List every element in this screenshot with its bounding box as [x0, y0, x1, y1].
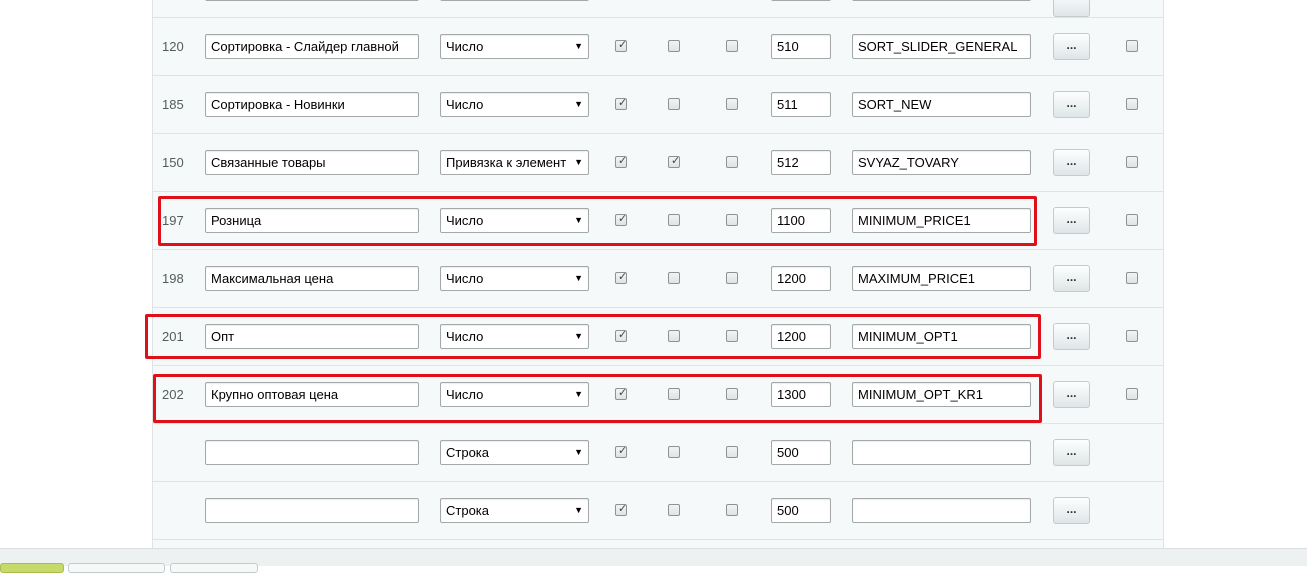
property-sort-input[interactable]: 512: [771, 150, 831, 175]
property-type-select[interactable]: Строка ▼: [440, 440, 589, 465]
property-sort-input[interactable]: [771, 0, 831, 1]
table-row: 150 Связанные товары Привязка к элемент ▼ ✓ ✓…: [153, 134, 1163, 192]
more-button[interactable]: ...: [1053, 323, 1090, 350]
check-icon: ✓: [618, 503, 628, 515]
highlight-box-row-201: [145, 314, 1041, 359]
property-code-input[interactable]: MAXIMUM_PRICE1: [852, 266, 1031, 291]
chevron-down-icon: ▼: [574, 447, 583, 457]
multiple-checkbox[interactable]: [668, 98, 680, 110]
property-type-select[interactable]: Число ▼: [440, 34, 589, 59]
property-code-input[interactable]: SORT_NEW: [852, 92, 1031, 117]
more-button[interactable]: ...: [1053, 265, 1090, 292]
property-id: 120: [162, 39, 184, 54]
required-checkbox[interactable]: [726, 156, 738, 168]
delete-checkbox[interactable]: [1126, 98, 1138, 110]
table-row: 120 Сортировка - Слайдер главной Число ▼ ✓ 51…: [153, 18, 1163, 76]
required-checkbox[interactable]: [726, 40, 738, 52]
highlight-box-row-202: [153, 374, 1042, 423]
highlight-box-row-197: [158, 196, 1037, 246]
active-checkbox[interactable]: ✓: [615, 503, 628, 516]
property-code-input[interactable]: [852, 440, 1031, 465]
multiple-checkbox[interactable]: [668, 446, 680, 458]
delete-checkbox[interactable]: [1126, 272, 1138, 284]
more-button[interactable]: ...: [1053, 33, 1090, 60]
chevron-down-icon: ▼: [574, 157, 583, 167]
table-row-partial: [153, 0, 1163, 18]
chevron-down-icon: ▼: [574, 505, 583, 515]
property-sort-input[interactable]: 511: [771, 92, 831, 117]
property-code-input[interactable]: [852, 0, 1031, 1]
property-code-input[interactable]: SVYAZ_TOVARY: [852, 150, 1031, 175]
property-name-input[interactable]: [205, 498, 419, 523]
table-row: 185 Сортировка - Новинки Число ▼ ✓ 511 SORT_NE…: [153, 76, 1163, 134]
multiple-checkbox[interactable]: [668, 272, 680, 284]
check-icon: ✓: [618, 271, 628, 283]
check-icon: ✓: [618, 445, 628, 457]
active-checkbox[interactable]: ✓: [615, 155, 628, 168]
property-id: 185: [162, 97, 184, 112]
more-button[interactable]: ...: [1053, 207, 1090, 234]
property-type-select[interactable]: [440, 0, 589, 1]
check-icon: ✓: [618, 39, 628, 51]
properties-table: 120 Сортировка - Слайдер главной Число ▼ ✓ 51…: [152, 0, 1164, 548]
chevron-down-icon: ▼: [574, 273, 583, 283]
multiple-checkbox[interactable]: [668, 504, 680, 516]
table-row: Строка ▼ ✓ 500...: [153, 482, 1163, 540]
more-button[interactable]: [1053, 0, 1090, 17]
property-type-select[interactable]: Число ▼: [440, 92, 589, 117]
delete-checkbox[interactable]: [1126, 388, 1138, 400]
property-type-select[interactable]: Строка ▼: [440, 498, 589, 523]
property-name-input[interactable]: Сортировка - Новинки: [205, 92, 419, 117]
delete-checkbox[interactable]: [1126, 330, 1138, 342]
active-checkbox[interactable]: ✓: [615, 271, 628, 284]
property-sort-input[interactable]: 510: [771, 34, 831, 59]
more-button[interactable]: ...: [1053, 381, 1090, 408]
active-checkbox[interactable]: ✓: [615, 39, 628, 52]
delete-checkbox[interactable]: [1126, 156, 1138, 168]
delete-checkbox[interactable]: [1126, 214, 1138, 226]
property-name-input[interactable]: [205, 0, 419, 1]
property-name-input[interactable]: [205, 440, 419, 465]
chevron-down-icon: ▼: [574, 41, 583, 51]
more-button[interactable]: ...: [1053, 497, 1090, 524]
property-code-input[interactable]: [852, 498, 1031, 523]
required-checkbox[interactable]: [726, 98, 738, 110]
property-sort-input[interactable]: 1200: [771, 266, 831, 291]
required-checkbox[interactable]: [726, 446, 738, 458]
delete-checkbox[interactable]: [1126, 40, 1138, 52]
property-name-input[interactable]: Сортировка - Слайдер главной: [205, 34, 419, 59]
property-sort-input[interactable]: 500: [771, 498, 831, 523]
footer-bar: [0, 548, 1307, 573]
active-checkbox[interactable]: ✓: [615, 97, 628, 110]
table-row: Строка ▼ ✓ 500...: [153, 424, 1163, 482]
property-type-value: Привязка к элемент: [446, 155, 567, 170]
property-type-value: Число: [446, 271, 484, 286]
required-checkbox[interactable]: [726, 272, 738, 284]
multiple-checkbox[interactable]: ✓: [668, 155, 681, 168]
more-button[interactable]: ...: [1053, 439, 1090, 466]
property-name-input[interactable]: Связанные товары: [205, 150, 419, 175]
check-icon: ✓: [671, 155, 681, 167]
property-name-input[interactable]: Максимальная цена: [205, 266, 419, 291]
property-sort-input[interactable]: 500: [771, 440, 831, 465]
property-id: 198: [162, 271, 184, 286]
property-type-select[interactable]: Число ▼: [440, 266, 589, 291]
required-checkbox[interactable]: [726, 504, 738, 516]
table-row: 198 Максимальная цена Число ▼ ✓ 1200 MAXIMUM_P…: [153, 250, 1163, 308]
more-button[interactable]: ...: [1053, 149, 1090, 176]
property-type-value: Число: [446, 97, 484, 112]
property-type-value: Число: [446, 39, 484, 54]
property-type-value: Строка: [446, 503, 490, 518]
check-icon: ✓: [618, 97, 628, 109]
more-button[interactable]: ...: [1053, 91, 1090, 118]
property-type-value: Строка: [446, 445, 490, 460]
check-icon: ✓: [618, 155, 628, 167]
property-id: 150: [162, 155, 184, 170]
multiple-checkbox[interactable]: [668, 40, 680, 52]
property-code-input[interactable]: SORT_SLIDER_GENERAL: [852, 34, 1031, 59]
active-checkbox[interactable]: ✓: [615, 445, 628, 458]
chevron-down-icon: ▼: [574, 99, 583, 109]
property-type-select[interactable]: Привязка к элемент ▼: [440, 150, 589, 175]
